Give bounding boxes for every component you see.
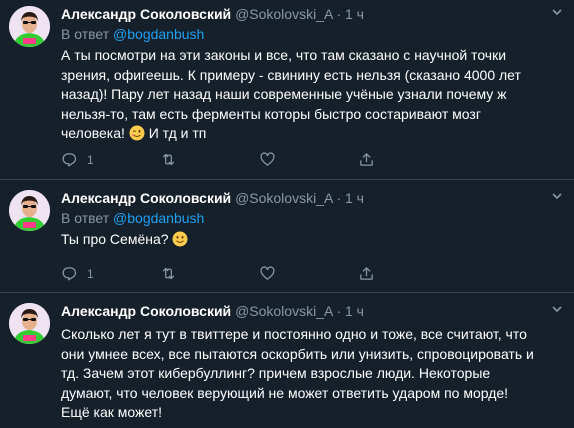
retweet-button[interactable] — [160, 265, 259, 282]
tweet-time[interactable]: 1 ч — [345, 6, 364, 22]
reply-prefix: В ответ — [61, 26, 110, 42]
tweet-time[interactable]: 1 ч — [345, 190, 364, 206]
tweet-text-line: Ещё как может! — [61, 404, 163, 420]
reply-icon — [62, 153, 77, 167]
reply-icon — [62, 267, 77, 281]
avatar[interactable] — [9, 303, 50, 344]
reply-context: В ответ @bogdanbush — [61, 25, 566, 43]
separator-dot: · — [336, 190, 342, 206]
like-button[interactable] — [259, 151, 358, 168]
reply-count: 1 — [87, 266, 94, 281]
avatar[interactable] — [9, 190, 50, 231]
separator-dot: · — [336, 6, 342, 22]
tweet[interactable]: Александр Соколовский @Sokolovski_A · 1 … — [0, 293, 574, 428]
tweet-text-line: назад)! Пару лет назад наши современные … — [61, 86, 507, 102]
author-name[interactable]: Александр Соколовский — [61, 6, 231, 22]
tweet-actions: 1 — [61, 265, 457, 282]
tweet-header: Александр Соколовский @Sokolovski_A · 1 … — [61, 302, 566, 320]
reply-context: В ответ @bogdanbush — [61, 209, 566, 227]
tweet-header: Александр Соколовский @Sokolovski_A · 1 … — [61, 5, 566, 23]
tweet[interactable]: Александр Соколовский @Sokolovski_A · 1 … — [0, 0, 574, 180]
tweet-text-line: Сколько лет я тут в твиттере и постоянно… — [61, 326, 527, 342]
tweet-text-line: зрения, офигеешь. К примеру - свинину ес… — [61, 66, 521, 83]
tweet-text: А ты посмотри на эти законы и все, что т… — [61, 46, 566, 144]
tweet-text-line: они умнее всех, все пытаются оскорбить и… — [61, 345, 534, 362]
retweet-button[interactable] — [160, 151, 259, 168]
chevron-down-icon[interactable] — [550, 302, 564, 316]
retweet-icon — [162, 267, 175, 280]
author-handle[interactable]: @Sokolovski_A — [235, 303, 332, 319]
reply-mention[interactable]: @bogdanbush — [113, 210, 204, 226]
reply-count: 1 — [87, 152, 94, 167]
reply-button[interactable]: 1 — [61, 265, 160, 282]
tweet-text: Сколько лет я тут в твиттере и постоянно… — [61, 325, 566, 423]
tweet[interactable]: Александр Соколовский @Sokolovski_A · 1 … — [0, 180, 574, 293]
tweet-text-line: А ты посмотри на эти законы и все, что т… — [61, 47, 507, 63]
tweet-text-line: думают, что человек верующий не может от… — [61, 384, 509, 401]
tweet-text: Ты про Семёна? — [61, 230, 566, 250]
share-icon — [360, 153, 373, 166]
tweet-text-tail: И тд и тп — [148, 125, 207, 141]
avatar[interactable] — [9, 6, 50, 47]
winking-face-icon — [129, 125, 145, 141]
like-button[interactable] — [259, 265, 358, 282]
author-handle[interactable]: @Sokolovski_A — [235, 190, 332, 206]
heart-icon — [260, 152, 275, 166]
chevron-down-icon[interactable] — [550, 5, 564, 19]
tweet-text-line: нельзя-то, там есть ферменты которы быст… — [61, 105, 481, 122]
smiling-face-icon — [172, 231, 188, 247]
share-icon — [360, 267, 373, 280]
reply-prefix: В ответ — [61, 210, 110, 226]
tweet-text-line: человека! — [61, 125, 125, 141]
share-button[interactable] — [358, 151, 457, 168]
retweet-icon — [162, 153, 175, 166]
author-handle[interactable]: @Sokolovski_A — [235, 6, 332, 22]
tweet-actions: 1 — [61, 151, 457, 168]
reply-mention[interactable]: @bogdanbush — [113, 26, 204, 42]
separator-dot: · — [336, 303, 342, 319]
tweet-text-line: Ты про Семёна? — [61, 231, 169, 247]
chevron-down-icon[interactable] — [550, 189, 564, 203]
tweet-feed: Александр Соколовский @Sokolovski_A · 1 … — [0, 0, 574, 428]
tweet-text-line: тд. Зачем этот кибербуллинг? причем взро… — [61, 365, 491, 381]
reply-button[interactable]: 1 — [61, 151, 160, 168]
author-name[interactable]: Александр Соколовский — [61, 190, 231, 206]
author-name[interactable]: Александр Соколовский — [61, 303, 231, 319]
heart-icon — [260, 266, 275, 280]
share-button[interactable] — [358, 265, 457, 282]
tweet-header: Александр Соколовский @Sokolovski_A · 1 … — [61, 189, 566, 207]
tweet-time[interactable]: 1 ч — [345, 303, 364, 319]
